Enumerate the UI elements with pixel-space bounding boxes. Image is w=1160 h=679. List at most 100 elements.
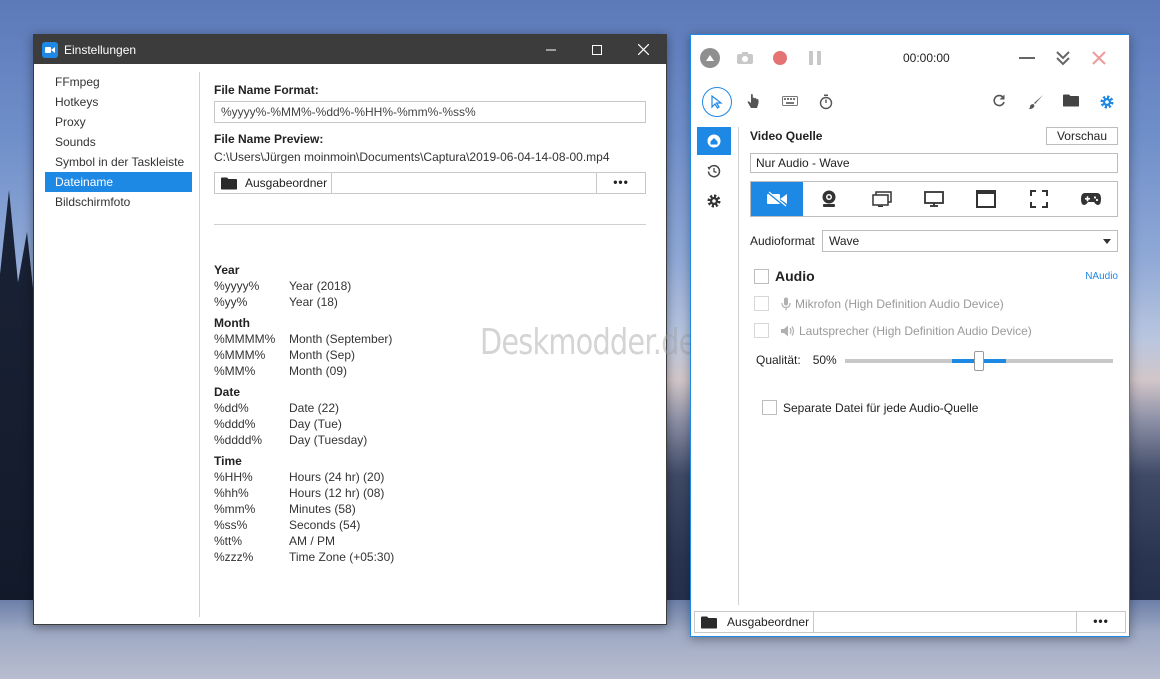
captura-output-folder-path[interactable]	[814, 612, 1077, 632]
sidebar-item-proxy[interactable]: Proxy	[45, 112, 192, 132]
captura-toolbar	[691, 81, 1129, 121]
source-region-window-button[interactable]	[960, 182, 1012, 216]
chevron-up-icon	[706, 55, 714, 61]
chevron-down-icon	[1103, 238, 1111, 244]
webcam-icon	[822, 190, 836, 207]
settings-window-title: Einstellungen	[64, 42, 137, 57]
captura-output-folder-button[interactable]: Ausgabeordner	[695, 612, 815, 632]
quality-value: 50%	[812, 353, 837, 367]
minimize-button[interactable]	[1009, 47, 1045, 69]
format-group-title: Year	[214, 263, 240, 277]
record-button[interactable]	[772, 50, 788, 66]
nav-history[interactable]	[697, 157, 731, 185]
microphone-checkbox[interactable]	[754, 296, 769, 311]
cursor-toggle-button[interactable]	[702, 87, 732, 117]
nav-home[interactable]	[697, 127, 731, 155]
format-code: %tt%	[214, 534, 243, 548]
format-description: AM / PM	[289, 534, 336, 548]
window-frame-icon	[976, 190, 997, 208]
quality-label: Qualität:	[756, 353, 801, 367]
video-source-selector	[750, 181, 1118, 217]
close-button[interactable]	[620, 35, 666, 64]
audio-format-value: Wave	[829, 234, 860, 248]
format-description: Minutes (58)	[289, 502, 356, 516]
separate-file-label: Separate Datei für jede Audio-Quelle	[783, 400, 979, 415]
format-row: %dd% Date (22)	[214, 400, 646, 416]
format-reference: Year %yyyy% Year (2018) %yy% Year (18) Month%…	[214, 262, 646, 565]
audio-format-select[interactable]: Wave	[822, 230, 1118, 252]
timer-button[interactable]	[819, 94, 833, 110]
format-group: Year %yyyy% Year (2018) %yy% Year (18)	[214, 262, 646, 310]
preview-button[interactable]: Vorschau	[1045, 127, 1118, 145]
format-group-title: Date	[214, 385, 241, 399]
format-description: Date (22)	[289, 401, 340, 415]
no-video-icon	[767, 191, 788, 207]
open-folder-button[interactable]	[1063, 94, 1079, 107]
format-code: %ss%	[214, 518, 248, 532]
source-no-video-button[interactable]	[751, 182, 804, 216]
collapse-button[interactable]	[700, 48, 720, 68]
source-window-button[interactable]	[856, 182, 908, 216]
format-code: %yy%	[214, 295, 248, 309]
settings-button[interactable]	[1099, 94, 1115, 110]
audio-format-label: Audioformat	[750, 234, 815, 248]
quality-slider[interactable]	[845, 351, 1113, 371]
format-code: %hh%	[214, 486, 249, 500]
format-description: Month (09)	[289, 364, 348, 378]
format-row: %ss% Seconds (54)	[214, 517, 646, 533]
keystrokes-toggle-button[interactable]	[782, 96, 798, 106]
format-row: %hh% Hours (12 hr) (08)	[214, 485, 646, 501]
sidebar-item-screenshot[interactable]: Bildschirmfoto	[45, 192, 192, 212]
output-folder-button[interactable]: Ausgabeordner	[215, 173, 333, 193]
file-name-format-input[interactable]: %yyyy%-%MM%-%dd%-%HH%-%mm%-%ss%	[214, 101, 646, 123]
format-code: %mm%	[214, 502, 256, 516]
pause-button[interactable]	[808, 50, 822, 66]
close-button[interactable]	[1081, 47, 1117, 69]
speaker-icon	[781, 325, 795, 337]
speaker-label: Lautsprecher (High Definition Audio Devi…	[799, 323, 1032, 338]
quality-slider-thumb[interactable]	[974, 351, 984, 371]
format-row: %yy% Year (18)	[214, 294, 646, 310]
format-description: Month (Sep)	[289, 348, 356, 362]
speaker-checkbox[interactable]	[754, 323, 769, 338]
video-source-field[interactable]: Nur Audio - Wave	[750, 153, 1118, 173]
output-folder-path[interactable]	[332, 173, 597, 193]
format-row: %zzz% Time Zone (+05:30)	[214, 549, 646, 565]
captura-nav	[697, 127, 731, 217]
minimize-to-tray-button[interactable]	[1045, 47, 1081, 69]
draw-button[interactable]	[1028, 94, 1044, 110]
sidebar-item-filename[interactable]: Dateiname	[45, 172, 192, 192]
source-fullscreen-button[interactable]	[1012, 182, 1064, 216]
captura-output-folder-more-button[interactable]: •••	[1077, 612, 1125, 632]
minimize-icon	[546, 49, 556, 50]
source-webcam-button[interactable]	[803, 182, 855, 216]
sidebar-item-sounds[interactable]: Sounds	[45, 132, 192, 152]
sidebar-item-ffmpeg[interactable]: FFmpeg	[45, 72, 192, 92]
screenshot-button[interactable]	[736, 51, 754, 65]
refresh-button[interactable]	[992, 94, 1006, 108]
source-game-button[interactable]	[1065, 182, 1117, 216]
gamepad-icon	[1080, 193, 1101, 205]
separate-file-checkbox[interactable]	[762, 400, 777, 415]
naudio-link[interactable]: NAudio	[1085, 271, 1118, 282]
folder-icon	[221, 177, 237, 189]
output-folder-row: Ausgabeordner •••	[214, 172, 646, 194]
format-group-title: Time	[214, 454, 242, 468]
format-description: Day (Tuesday)	[289, 433, 368, 447]
folder-icon	[1063, 94, 1079, 107]
clicks-toggle-button[interactable]	[746, 94, 760, 110]
maximize-button[interactable]	[574, 35, 620, 64]
sidebar-item-hotkeys[interactable]: Hotkeys	[45, 92, 192, 112]
format-row: %tt% AM / PM	[214, 533, 646, 549]
format-description: Year (2018)	[289, 279, 352, 293]
format-group: Time %HH% Hours (24 hr) (20) %hh% Hours (12 …	[214, 453, 646, 565]
settings-titlebar: Einstellungen	[34, 35, 666, 64]
home-icon	[707, 134, 721, 148]
sidebar-item-tray-icon[interactable]: Symbol in der Taskleiste	[45, 152, 192, 172]
minimize-button[interactable]	[528, 35, 574, 64]
source-screen-button[interactable]	[908, 182, 960, 216]
audio-checkbox[interactable]	[754, 268, 769, 284]
nav-settings[interactable]	[697, 187, 731, 215]
output-folder-more-button[interactable]: •••	[597, 173, 645, 193]
video-source-label: Video Quelle	[750, 129, 823, 143]
